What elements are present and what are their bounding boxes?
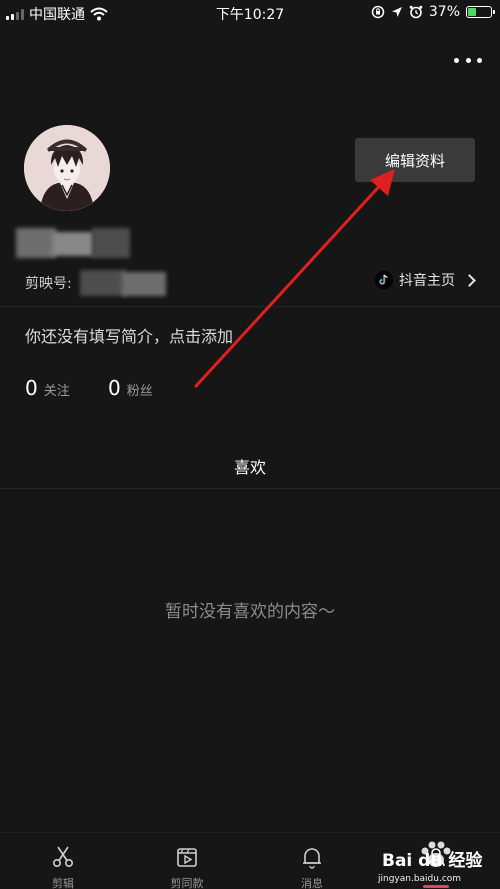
baidu-jingyan-watermark: Bai du 经验 jingyan.baidu.com	[378, 838, 498, 886]
nav-label-messages: 消息	[301, 877, 323, 889]
annotation-arrow-icon	[194, 169, 395, 388]
nav-item-messages[interactable]: 消息	[262, 845, 362, 889]
nav-item-templates[interactable]: 剪同款	[137, 845, 237, 889]
nav-item-edit[interactable]: 剪辑	[13, 845, 113, 889]
watermark-text: Bai du 经验	[382, 851, 483, 871]
nav-label-templates: 剪同款	[170, 877, 204, 889]
bell-icon	[303, 848, 321, 869]
scissors-icon	[52, 846, 74, 868]
watermark-url: jingyan.baidu.com	[378, 874, 462, 884]
template-play-icon	[177, 848, 197, 867]
nav-label-edit: 剪辑	[52, 877, 74, 889]
